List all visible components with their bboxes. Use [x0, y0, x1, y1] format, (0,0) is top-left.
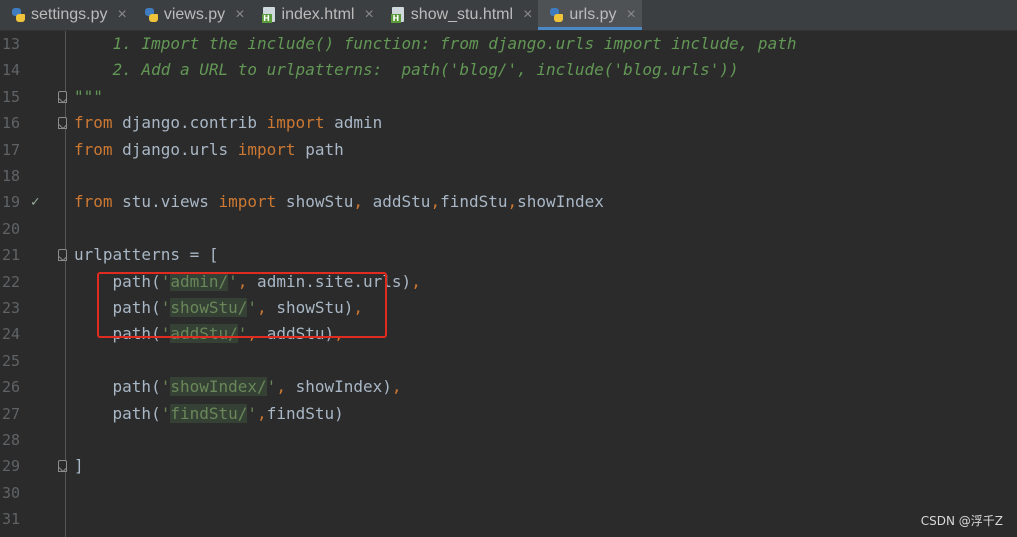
- tab-views-py[interactable]: views.py ×: [133, 0, 251, 30]
- code-line[interactable]: 30: [0, 480, 1017, 506]
- line-number: 17: [1, 140, 20, 159]
- code-line[interactable]: 24 path('addStu/', addStu),: [0, 321, 1017, 347]
- code-line[interactable]: 21 urlpatterns = [: [0, 242, 1017, 268]
- code-line[interactable]: 29]: [0, 453, 1017, 479]
- code-line[interactable]: 31: [0, 506, 1017, 532]
- tab-label: settings.py: [31, 6, 108, 23]
- fold-marker-icon[interactable]: [58, 117, 67, 130]
- tab-label: show_stu.html: [410, 6, 514, 23]
- line-number: 19: [1, 193, 20, 212]
- line-number: 21: [1, 246, 20, 265]
- code-text: path('admin/', admin.site.urls),: [74, 271, 421, 291]
- code-text: from stu.views import showStu, addStu,fi…: [74, 192, 604, 212]
- python-file-icon: [10, 7, 26, 23]
- line-number: 22: [1, 272, 20, 291]
- code-text: urlpatterns = [: [74, 245, 219, 265]
- tab-index-html[interactable]: H index.html ×: [251, 0, 380, 30]
- line-number: 20: [1, 219, 20, 238]
- line-number: 28: [1, 431, 20, 449]
- code-text: path('findStu/',findStu): [74, 403, 344, 423]
- fold-marker-icon[interactable]: [58, 90, 67, 103]
- line-number: 25: [1, 351, 20, 370]
- tab-label: index.html: [281, 6, 355, 23]
- code-text: path('showStu/', showStu),: [74, 298, 364, 317]
- python-file-icon: [548, 7, 564, 23]
- code-line[interactable]: 28: [0, 427, 1017, 453]
- code-text: 1. Import the include() function: from d…: [74, 34, 797, 53]
- code-line[interactable]: 23 path('showStu/', showStu),: [0, 295, 1017, 321]
- code-line[interactable]: 13 1. Import the include() function: fro…: [0, 31, 1017, 57]
- code-text: path('showIndex/', showIndex),: [74, 377, 402, 397]
- line-number: 30: [1, 483, 20, 502]
- code-editor[interactable]: 13 1. Import the include() function: fro…: [0, 31, 1017, 537]
- code-text: from django.urls import path: [74, 139, 344, 159]
- code-text: path('addStu/', addStu),: [74, 324, 344, 344]
- code-line[interactable]: 27 path('findStu/',findStu): [0, 401, 1017, 427]
- code-text: 2. Add a URL to urlpatterns: path('blog/…: [74, 60, 739, 80]
- close-icon[interactable]: ×: [235, 6, 244, 24]
- line-number: 14: [1, 61, 20, 80]
- tab-label: views.py: [163, 6, 226, 23]
- line-number: 13: [1, 35, 20, 53]
- line-number: 29: [1, 457, 20, 476]
- close-icon[interactable]: ×: [364, 6, 373, 24]
- code-line[interactable]: 25: [0, 348, 1017, 374]
- csdn-watermark: CSDN @浮千Z: [920, 514, 1003, 528]
- close-icon[interactable]: ×: [523, 6, 532, 24]
- line-number: 18: [1, 167, 20, 185]
- line-number: 23: [1, 299, 20, 317]
- line-number: 31: [1, 510, 20, 529]
- close-icon[interactable]: ×: [627, 6, 636, 24]
- code-line[interactable]: 19 ✓ from stu.views import showStu, addStu…: [0, 189, 1017, 215]
- fold-marker-icon[interactable]: [58, 460, 67, 473]
- code-text: ]: [74, 456, 84, 476]
- tab-show-stu-html[interactable]: H show_stu.html ×: [380, 0, 539, 30]
- code-line[interactable]: 20: [0, 216, 1017, 242]
- line-number: 26: [1, 378, 20, 397]
- code-line[interactable]: 22 path('admin/', admin.site.urls),: [0, 269, 1017, 295]
- code-line[interactable]: 18: [0, 163, 1017, 189]
- python-file-icon: [143, 7, 159, 23]
- check-icon: ✓: [31, 194, 40, 211]
- code-line[interactable]: 26 path('showIndex/', showIndex),: [0, 374, 1017, 400]
- code-text: from django.contrib import admin: [74, 113, 383, 133]
- tab-settings-py[interactable]: settings.py ×: [0, 0, 133, 30]
- html-file-icon: H: [261, 7, 277, 23]
- tab-label: urls.py: [569, 6, 617, 23]
- editor-tab-bar: settings.py × views.py × H index.html × …: [0, 0, 1017, 31]
- fold-marker-icon[interactable]: [58, 249, 67, 262]
- code-line[interactable]: 17 from django.urls import path: [0, 137, 1017, 163]
- tab-urls-py[interactable]: urls.py ×: [538, 0, 643, 30]
- code-line[interactable]: 16 from django.contrib import admin: [0, 110, 1017, 136]
- line-number: 16: [1, 114, 20, 133]
- code-text: """: [74, 86, 103, 106]
- line-number: 27: [1, 404, 20, 423]
- close-icon[interactable]: ×: [117, 6, 126, 24]
- line-number: 24: [1, 325, 20, 344]
- code-line[interactable]: 14 2. Add a URL to urlpatterns: path('bl…: [0, 57, 1017, 83]
- line-number: 15: [1, 87, 20, 106]
- html-file-icon: H: [390, 7, 406, 23]
- code-line[interactable]: 15 """: [0, 84, 1017, 110]
